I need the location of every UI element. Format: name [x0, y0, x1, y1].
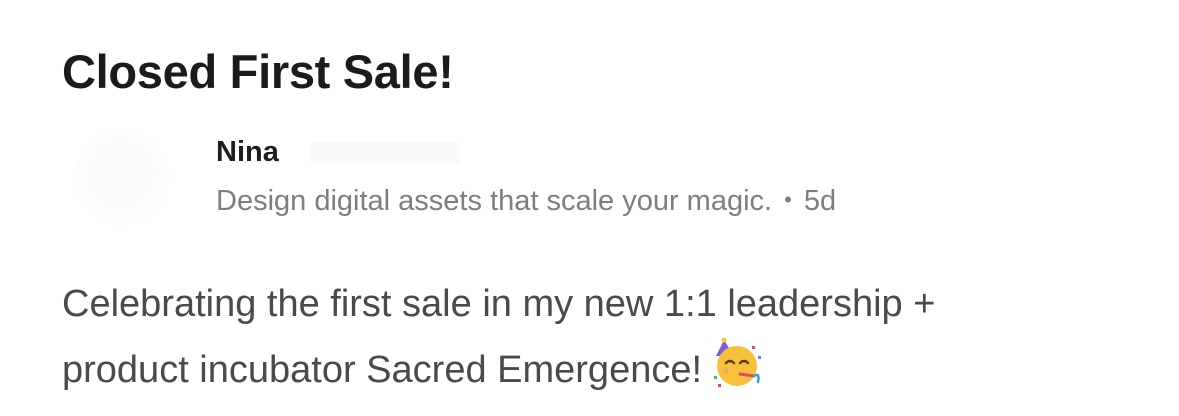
partying-face-icon	[710, 336, 764, 390]
post-body-line-1: Celebrating the first sale in my new 1:1…	[62, 283, 936, 325]
avatar[interactable]	[74, 130, 170, 226]
post-body-line-2: product incubator Sacred Emergence!	[62, 349, 703, 391]
author-tagline: Design digital assets that scale your ma…	[216, 185, 773, 217]
author-name[interactable]: Nina	[216, 132, 279, 172]
redacted-surname	[310, 142, 460, 164]
post-title: Closed First Sale!	[62, 45, 454, 98]
post-age: 5d	[803, 185, 837, 217]
post-card: Closed First Sale! Nina Design digital a…	[62, 0, 1162, 416]
post-body: Celebrating the first sale in my new 1:1…	[62, 272, 1162, 402]
author-meta: Design digital assets that scale your ma…	[216, 180, 836, 221]
meta-separator: •	[784, 187, 792, 212]
author-row[interactable]: Nina Design digital assets that scale yo…	[62, 128, 1162, 228]
